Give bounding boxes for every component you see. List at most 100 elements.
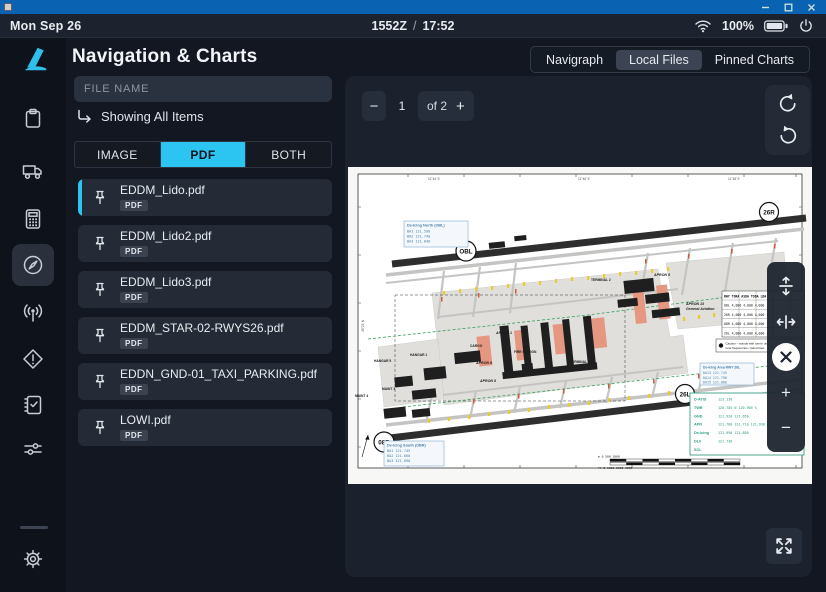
- sidebar-item-calculator[interactable]: [12, 198, 54, 240]
- chart-view-toolbar: + −: [767, 262, 805, 452]
- rotate-counterclockwise-button[interactable]: [776, 92, 800, 116]
- file-type-badge: PDF: [120, 430, 148, 441]
- svg-text:tune frequencies / stand lines: tune frequencies / stand lines: [726, 346, 766, 350]
- svg-text:BA3 121.840: BA3 121.840: [407, 240, 430, 244]
- tab-pinned-charts[interactable]: Pinned Charts: [702, 50, 807, 70]
- tab-navigraph[interactable]: Navigraph: [533, 50, 616, 70]
- chart-label-fire-station: FIRE STATION: [514, 350, 537, 354]
- svg-text:BA1 121.745: BA1 121.745: [387, 449, 410, 453]
- window-titlebar: [0, 0, 826, 14]
- chart-deice-north-box: De-Icing North (OBL) BA1 121.590 BA2 121…: [404, 221, 468, 247]
- pin-icon[interactable]: [90, 326, 110, 346]
- svg-text:121.920 121.650: 121.920 121.650: [718, 414, 749, 418]
- chart-coord-top3: 11°48' E: [728, 177, 740, 181]
- svg-text:26R 4,000 4,000 4,000: 26R 4,000 4,000 4,000: [724, 313, 764, 317]
- airport-chart[interactable]: 11°44' E 11°46' E 11°48' E 48°21' N: [348, 167, 812, 484]
- branch-arrow-icon: [76, 108, 93, 125]
- rotate-clockwise-button[interactable]: [776, 124, 800, 148]
- svg-text:120.705 N 120.905 S: 120.705 N 120.905 S: [718, 406, 757, 410]
- status-time-utc: 1552Z: [372, 19, 407, 33]
- page-title: Navigation & Charts: [72, 46, 257, 68]
- rotate-controls: [765, 85, 810, 155]
- svg-text:121.780 121.710 121.930: 121.780 121.710 121.930: [718, 423, 765, 427]
- chart-label-terminal1: TERMINAL 1: [570, 360, 590, 364]
- pin-icon[interactable]: [90, 418, 110, 438]
- chart-label-obl: OBL: [459, 248, 472, 255]
- file-name-search-input[interactable]: [74, 76, 332, 102]
- window-close-button[interactable]: [807, 3, 816, 12]
- chart-label-26r: 26R: [763, 209, 775, 216]
- file-type-badge: PDF: [120, 200, 148, 211]
- pin-icon[interactable]: [90, 234, 110, 254]
- sidebar-item-settings[interactable]: [12, 538, 54, 580]
- page-next-button[interactable]: +: [456, 98, 465, 115]
- window-minimize-button[interactable]: [761, 3, 770, 12]
- file-name: EDDM_Lido2.pdf: [120, 230, 211, 243]
- file-name: EDDM_Lido.pdf: [120, 184, 205, 197]
- sidebar-item-settings-sliders[interactable]: [12, 428, 54, 470]
- file-name: LOWI.pdf: [120, 414, 171, 427]
- page-controls: − 1 of 2 +: [362, 91, 474, 121]
- fullscreen-button[interactable]: [766, 528, 802, 564]
- tab-local-files[interactable]: Local Files: [616, 50, 702, 70]
- sidebar-item-alerts[interactable]: [12, 338, 54, 380]
- svg-text:26L 4,000 4,000 4,000: 26L 4,000 4,000 4,000: [724, 331, 764, 335]
- chart-deice-east-box: De-Icing Area RWY 26L DA13 121.745 DA14 …: [700, 363, 754, 385]
- pin-icon[interactable]: [90, 280, 110, 300]
- sidebar-item-logbook[interactable]: [12, 384, 54, 426]
- pin-icon[interactable]: [90, 188, 110, 208]
- status-time-separator: /: [413, 19, 416, 33]
- tab-pdf[interactable]: PDF: [161, 142, 247, 167]
- svg-text:08R 4,000 4,000 4,000: 08R 4,000 4,000 4,000: [724, 322, 764, 326]
- file-item-eddn-gnd[interactable]: EDDN_GND-01_TAXI_PARKING.pdf PDF: [78, 363, 332, 400]
- window-maximize-button[interactable]: [784, 3, 793, 12]
- page-total-label: of 2: [427, 99, 447, 113]
- sidebar-item-vehicle[interactable]: [12, 150, 54, 192]
- sidebar-item-radio[interactable]: [12, 292, 54, 334]
- chart-label-apron5: APRON 5: [653, 273, 671, 277]
- charts-list-panel: Navigation & Charts Showing All Items IM…: [66, 38, 345, 592]
- svg-text:08L 4,000 4,000 4,000: 08L 4,000 4,000 4,000: [724, 304, 764, 308]
- svg-text:DA14 121.790: DA14 121.790: [703, 376, 727, 380]
- file-item-lowi[interactable]: LOWI.pdf PDF: [78, 409, 332, 446]
- page-of-control: of 2 +: [418, 91, 474, 121]
- file-item-eddm-lido2[interactable]: EDDM_Lido2.pdf PDF: [78, 225, 332, 262]
- chart-label-maint4: MAINT 4: [355, 394, 368, 398]
- tab-image[interactable]: IMAGE: [75, 142, 161, 167]
- zoom-in-button[interactable]: +: [772, 379, 800, 407]
- svg-text:TWR: TWR: [694, 406, 703, 410]
- svg-text:BA2 121.660: BA2 121.660: [387, 454, 410, 458]
- status-bar: Mon Sep 26 1552Z/17:52 100%: [0, 14, 826, 38]
- chart-label-hangar1: HANGAR 1: [410, 353, 427, 357]
- zoom-out-button[interactable]: −: [772, 414, 800, 442]
- filter-status-row: Showing All Items: [76, 108, 204, 125]
- chart-source-tabs: Navigraph Local Files Pinned Charts: [530, 46, 810, 73]
- chart-label-hangar5: HANGAR 5: [374, 359, 391, 363]
- chart-coord-left: 48°21' N: [361, 319, 365, 332]
- chart-label-apron9: APRON 9: [475, 361, 492, 365]
- chart-label-26l: 26L: [680, 391, 691, 398]
- sidebar: [0, 38, 66, 592]
- chart-label-terminal2: TERMINAL 2: [591, 278, 611, 282]
- svg-text:GND: GND: [694, 414, 703, 418]
- page-previous-button[interactable]: −: [362, 91, 386, 121]
- sidebar-item-clipboard[interactable]: [12, 98, 54, 140]
- sidebar-item-navigation[interactable]: [12, 244, 54, 286]
- file-type-tabs: IMAGE PDF BOTH: [74, 141, 332, 168]
- fit-height-button[interactable]: [772, 272, 800, 300]
- file-item-eddm-lido3[interactable]: EDDM_Lido3.pdf PDF: [78, 271, 332, 308]
- close-chart-button[interactable]: [772, 343, 800, 371]
- svg-text:DA15 121.880: DA15 121.880: [703, 381, 727, 385]
- fit-width-button[interactable]: [772, 308, 800, 336]
- file-name: EDDM_STAR-02-RWYS26.pdf: [120, 322, 284, 335]
- tab-both[interactable]: BOTH: [246, 142, 331, 167]
- pin-icon[interactable]: [90, 372, 110, 392]
- filter-status-text: Showing All Items: [101, 109, 204, 124]
- chart-page[interactable]: 11°44' E 11°46' E 11°48' E 48°21' N: [348, 167, 812, 484]
- chart-label-apron13: APRON 13: [685, 302, 704, 306]
- page-current: 1: [386, 99, 418, 113]
- file-item-eddm-star[interactable]: EDDM_STAR-02-RWYS26.pdf PDF: [78, 317, 332, 354]
- svg-text:De-Icing: De-Icing: [694, 431, 710, 435]
- file-item-eddm-lido[interactable]: EDDM_Lido.pdf PDF: [78, 179, 332, 216]
- file-type-badge: PDF: [120, 246, 148, 257]
